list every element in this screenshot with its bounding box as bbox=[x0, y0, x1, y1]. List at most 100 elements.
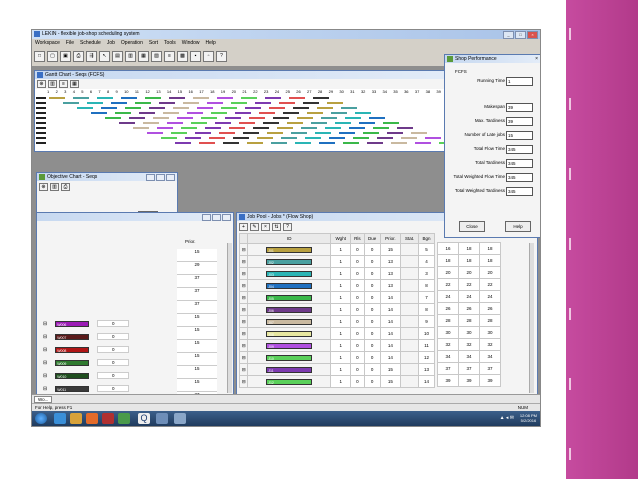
vertical-scrollbar[interactable] bbox=[529, 243, 534, 393]
gantt-operation-bar[interactable] bbox=[241, 97, 257, 99]
gantt-operation-bar[interactable] bbox=[411, 132, 427, 134]
gantt-operation-bar[interactable] bbox=[319, 142, 335, 144]
tile-icon[interactable]: ▫ bbox=[203, 51, 214, 62]
job-pool-window[interactable]: Job Pool - Jobs * (Flow Shop) + ✎ × ⇅ ? … bbox=[236, 212, 538, 404]
gantt-operation-bar[interactable] bbox=[97, 97, 113, 99]
gantt-icon[interactable]: ▤ bbox=[112, 51, 123, 62]
gantt-operation-bar[interactable] bbox=[247, 142, 263, 144]
table-row[interactable]: ⊟ W009 0 bbox=[43, 356, 173, 369]
gantt-operation-bar[interactable] bbox=[91, 112, 107, 114]
column-header-due[interactable]: Due bbox=[363, 233, 381, 244]
shop-performance-dialog[interactable]: Shop Performance × FCFS Running Time 1 M… bbox=[444, 54, 540, 238]
start-button-icon[interactable] bbox=[35, 413, 47, 424]
gantt-operation-bar[interactable] bbox=[277, 127, 293, 129]
save-icon[interactable]: ▣ bbox=[60, 51, 71, 62]
gantt-operation-bar[interactable] bbox=[147, 132, 163, 134]
table-row[interactable]: ⊟ J05 1 0 0 14 7 bbox=[238, 291, 435, 304]
gantt-operation-bar[interactable] bbox=[281, 137, 297, 139]
gantt-operation-bar[interactable] bbox=[219, 132, 235, 134]
table-row[interactable]: ⊟ J01 1 0 0 15 5 bbox=[238, 243, 435, 256]
add-job-icon[interactable]: + bbox=[239, 223, 248, 231]
zoom-icon[interactable]: ⊕ bbox=[37, 80, 46, 88]
gantt-operation-bar[interactable] bbox=[269, 107, 285, 109]
table-row[interactable]: ⊟ J12 1 0 0 15 14 bbox=[238, 375, 435, 388]
column-header-prior[interactable]: Prior. bbox=[379, 233, 402, 244]
gantt-operation-bar[interactable] bbox=[195, 132, 211, 134]
table-row[interactable]: ⊟ W008 0 bbox=[43, 343, 173, 356]
gantt-operation-bar[interactable] bbox=[211, 112, 227, 114]
chart-icon[interactable]: ▥ bbox=[48, 80, 57, 88]
gantt-operation-bar[interactable] bbox=[145, 97, 161, 99]
gantt-operation-bar[interactable] bbox=[191, 122, 207, 124]
sort-icon[interactable]: ⇅ bbox=[272, 223, 281, 231]
gantt-operation-bar[interactable] bbox=[163, 112, 179, 114]
gantt-operation-bar[interactable] bbox=[201, 117, 217, 119]
menu-file[interactable]: File bbox=[66, 40, 74, 48]
gantt-operation-bar[interactable] bbox=[153, 117, 169, 119]
gantt-operation-bar[interactable] bbox=[255, 102, 271, 104]
gantt-operation-bar[interactable] bbox=[215, 122, 231, 124]
media-icon[interactable] bbox=[86, 413, 98, 424]
tree-expander-icon[interactable]: ⊟ bbox=[43, 386, 47, 392]
gantt-operation-bar[interactable] bbox=[129, 117, 145, 119]
gantt-operation-bar[interactable] bbox=[173, 107, 189, 109]
gantt-operation-bar[interactable] bbox=[193, 97, 209, 99]
grid-icon[interactable]: ▦ bbox=[70, 80, 79, 88]
table-row[interactable]: ⊟ J03 1 0 0 13 3 bbox=[238, 267, 435, 280]
table-row[interactable]: ⊟ J02 1 0 0 13 4 bbox=[238, 255, 435, 268]
gantt-operation-bar[interactable] bbox=[305, 137, 321, 139]
gantt-operation-bar[interactable] bbox=[157, 127, 173, 129]
list-icon[interactable]: ≡ bbox=[59, 80, 68, 88]
close-button[interactable]: Close bbox=[459, 221, 485, 232]
maximize-button[interactable] bbox=[212, 214, 221, 221]
gantt-operation-bar[interactable] bbox=[359, 122, 375, 124]
gantt-operation-bar[interactable] bbox=[387, 132, 403, 134]
tree-expander-icon[interactable]: ⊟ bbox=[238, 375, 249, 388]
help-button[interactable]: Help bbox=[505, 221, 531, 232]
app-icon[interactable] bbox=[102, 413, 114, 424]
column-header-id[interactable]: ID bbox=[247, 233, 332, 244]
tree-expander-icon[interactable]: ⊟ bbox=[43, 334, 47, 340]
app-icon[interactable] bbox=[174, 413, 186, 424]
gantt-operation-bar[interactable] bbox=[235, 112, 251, 114]
q-app-icon[interactable]: Q bbox=[138, 413, 150, 424]
job-icon[interactable]: ▪ bbox=[190, 51, 201, 62]
gantt-operation-bar[interactable] bbox=[287, 122, 303, 124]
gantt-operation-bar[interactable] bbox=[349, 127, 365, 129]
gantt-operation-bar[interactable] bbox=[181, 127, 197, 129]
vertical-scrollbar[interactable] bbox=[227, 243, 232, 393]
gantt-operation-bar[interactable] bbox=[243, 132, 259, 134]
minimize-button[interactable] bbox=[146, 174, 155, 181]
table-row[interactable]: ⊟ J08 1 0 0 14 10 bbox=[238, 327, 435, 340]
gantt-operation-bar[interactable] bbox=[169, 97, 185, 99]
gantt-operation-bar[interactable] bbox=[161, 137, 177, 139]
gantt-operation-bar[interactable] bbox=[135, 102, 151, 104]
gantt-operation-bar[interactable] bbox=[355, 112, 371, 114]
gantt-operation-bar[interactable] bbox=[265, 97, 281, 99]
gantt-operation-bar[interactable] bbox=[175, 142, 191, 144]
gantt-operation-bar[interactable] bbox=[341, 107, 357, 109]
gantt-operation-bar[interactable] bbox=[297, 117, 313, 119]
gantt-operation-bar[interactable] bbox=[311, 122, 327, 124]
column-header-rls[interactable]: Rls bbox=[350, 233, 365, 244]
gantt-operation-bar[interactable] bbox=[167, 122, 183, 124]
gantt-operation-bar[interactable] bbox=[271, 142, 287, 144]
menu-sort[interactable]: Sort bbox=[149, 40, 158, 48]
delete-icon[interactable]: × bbox=[261, 223, 270, 231]
gantt-operation-bar[interactable] bbox=[263, 122, 279, 124]
gantt-operation-bar[interactable] bbox=[207, 102, 223, 104]
maximize-button[interactable] bbox=[156, 174, 165, 181]
gantt-operation-bar[interactable] bbox=[101, 107, 117, 109]
gantt-chart-window[interactable]: Gantt Chart - Seqs (FCFS) ⊕ ▥ ≡ ▦ 123456… bbox=[34, 70, 456, 152]
table-row[interactable]: ⊟ W007 0 bbox=[43, 330, 173, 343]
gantt-operation-bar[interactable] bbox=[313, 97, 329, 99]
gantt-operation-bar[interactable] bbox=[329, 137, 345, 139]
tree-expander-icon[interactable]: ⊟ bbox=[43, 360, 47, 366]
help-icon[interactable]: ? bbox=[283, 223, 292, 231]
close-button[interactable]: × bbox=[527, 31, 538, 39]
gantt-operation-bar[interactable] bbox=[291, 132, 307, 134]
gantt-operation-bar[interactable] bbox=[143, 122, 159, 124]
minimize-button[interactable]: _ bbox=[503, 31, 514, 39]
gantt-operation-bar[interactable] bbox=[49, 97, 65, 99]
gantt-operation-bar[interactable] bbox=[149, 107, 165, 109]
